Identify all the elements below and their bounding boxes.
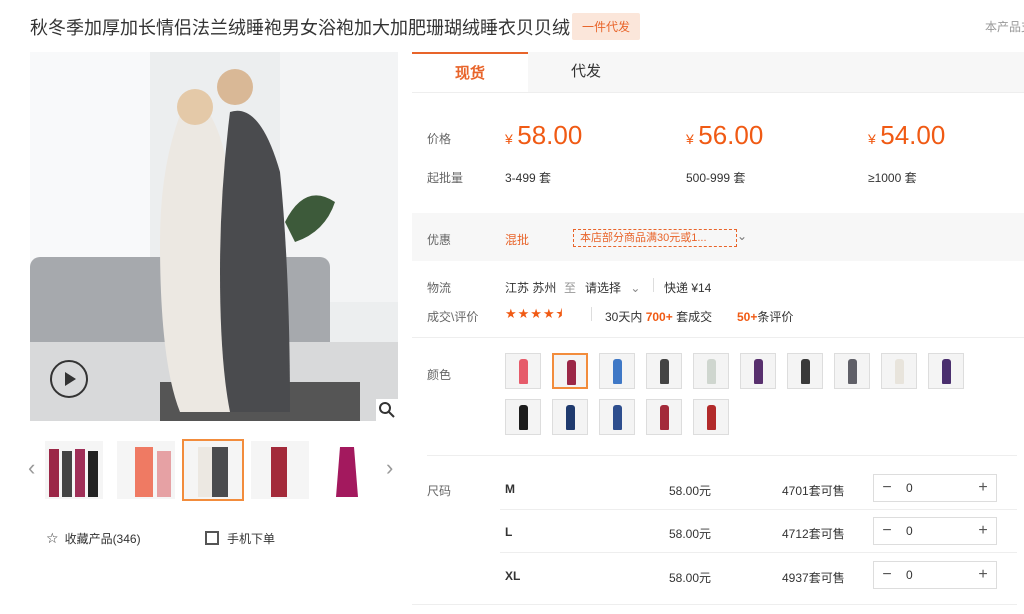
top-right-note: 本产品支 [985, 20, 1024, 34]
color-swatch-selected[interactable] [552, 353, 588, 389]
color-swatch[interactable] [505, 399, 541, 435]
color-swatch[interactable] [505, 353, 541, 389]
size-stock: 4712套可售 [782, 527, 845, 541]
play-video-icon[interactable] [50, 360, 88, 398]
tier-1-range: 3-499 套 [505, 171, 552, 185]
tab-in-stock[interactable]: 现货 [412, 52, 528, 92]
tier-3-range: ≥1000 套 [868, 171, 917, 185]
color-swatch[interactable] [599, 353, 635, 389]
tier-2-range: 500-999 套 [686, 171, 746, 185]
rating-stars-icon: ★★★★⯨ [505, 306, 564, 321]
thumbnail[interactable] [318, 441, 376, 499]
price-tier-1: ¥ 58.00 [505, 120, 583, 150]
quantity-stepper[interactable]: − 0 + [873, 517, 997, 545]
color-swatch[interactable] [646, 399, 682, 435]
color-swatch[interactable] [740, 353, 776, 389]
product-title: 秋冬季加厚加长情侣法兰绒睡袍男女浴袍加大加肥珊瑚绒睡衣贝贝绒 [30, 18, 570, 38]
divider [412, 337, 1024, 338]
logistics-label: 物流 [427, 281, 452, 295]
destination-select[interactable]: 请选择 ⌄ [585, 279, 640, 296]
size-stock: 4937套可售 [782, 571, 845, 585]
thumbnail-selected[interactable] [182, 439, 244, 501]
deals-count: 30天内 700+ 套成交 [605, 310, 713, 324]
ship-to-word: 至 [564, 281, 577, 295]
color-swatch[interactable] [646, 353, 682, 389]
mixed-batch-label: 混批 [505, 233, 530, 247]
thumb-prev-icon[interactable]: ‹ [28, 455, 35, 481]
color-swatch[interactable] [881, 353, 917, 389]
zoom-icon[interactable] [376, 399, 398, 421]
thumbnail[interactable] [45, 441, 103, 499]
size-stock: 4701套可售 [782, 484, 845, 498]
tab-dropship[interactable]: 代发 [528, 52, 644, 92]
thumbnail[interactable] [117, 441, 175, 499]
plus-button[interactable]: + [970, 475, 996, 501]
size-price: 58.00元 [669, 571, 712, 585]
color-swatch[interactable] [787, 353, 823, 389]
minus-button[interactable]: − [874, 562, 900, 588]
promo-tag[interactable]: 本店部分商品满30元或1... [573, 229, 737, 247]
chevron-down-icon[interactable]: ⌄ [737, 229, 747, 243]
size-name: L [505, 525, 513, 539]
color-label: 颜色 [427, 368, 452, 382]
size-price: 58.00元 [669, 484, 712, 498]
price-label: 价格 [427, 132, 452, 146]
divider [427, 455, 1017, 456]
quantity-stepper[interactable]: − 0 + [873, 474, 997, 502]
divider [653, 278, 654, 292]
plus-button[interactable]: + [970, 518, 996, 544]
moq-label: 起批量 [427, 171, 464, 185]
thumb-next-icon[interactable]: › [386, 455, 393, 481]
dropship-badge[interactable]: 一件代发 [572, 13, 641, 40]
price-tier-2: ¥ 56.00 [686, 120, 764, 150]
divider [412, 604, 1017, 605]
divider [591, 307, 592, 321]
express-fee: 快递 ¥14 [664, 281, 712, 295]
favorite-button[interactable]: ☆ 收藏产品(346) [46, 530, 141, 547]
chevron-down-icon: ⌄ [630, 281, 641, 295]
ship-from: 江苏 苏州 [505, 281, 557, 295]
divider [500, 552, 1017, 553]
color-swatch[interactable] [928, 353, 964, 389]
quantity-stepper[interactable]: − 0 + [873, 561, 997, 589]
review-count[interactable]: 50+条评价 [737, 308, 793, 325]
thumbnail[interactable] [251, 441, 309, 499]
color-swatch[interactable] [552, 399, 588, 435]
quantity-value[interactable]: 0 [906, 524, 913, 538]
minus-button[interactable]: − [874, 518, 900, 544]
size-name: XL [505, 569, 521, 583]
color-swatch[interactable] [693, 399, 729, 435]
color-swatch[interactable] [599, 399, 635, 435]
color-swatch[interactable] [693, 353, 729, 389]
deals-label: 成交\评价 [427, 310, 479, 324]
qr-code-icon [205, 531, 219, 545]
size-price: 58.00元 [669, 527, 712, 541]
quantity-value[interactable]: 0 [906, 568, 913, 582]
star-outline-icon: ☆ [46, 530, 59, 546]
quantity-value[interactable]: 0 [906, 481, 913, 495]
price-tier-3: ¥ 54.00 [868, 120, 946, 150]
size-name: M [505, 482, 515, 496]
color-swatch[interactable] [834, 353, 870, 389]
mobile-order-button[interactable]: 手机下单 [205, 530, 275, 547]
divider [500, 509, 1017, 510]
plus-button[interactable]: + [970, 562, 996, 588]
minus-button[interactable]: − [874, 475, 900, 501]
size-label: 尺码 [427, 484, 452, 498]
discount-label: 优惠 [427, 233, 452, 247]
